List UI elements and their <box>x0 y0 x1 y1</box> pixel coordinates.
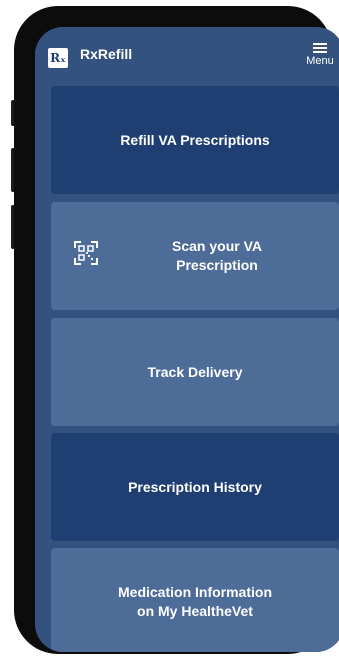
prescription-history-button[interactable]: Prescription History <box>51 433 339 541</box>
tile-label: Refill VA Prescriptions <box>120 131 270 148</box>
phone-frame: Rₓ RxRefill Menu Refill VA Prescriptions <box>14 6 339 654</box>
app-bar: Rₓ RxRefill Menu <box>35 27 339 83</box>
qr-scan-icon <box>74 241 98 265</box>
app-screen: Rₓ RxRefill Menu Refill VA Prescriptions <box>35 27 339 652</box>
refill-prescriptions-button[interactable]: Refill VA Prescriptions <box>51 86 339 194</box>
tile-label: Scan your VA Prescription <box>172 238 262 273</box>
scan-prescription-button[interactable]: Scan your VA Prescription <box>51 202 339 310</box>
medication-information-button[interactable]: Medication Information on My HealtheVet <box>51 548 339 652</box>
menu-button[interactable]: Menu <box>300 43 339 67</box>
tile-label: Track Delivery <box>147 363 243 380</box>
hamburger-icon <box>313 43 327 53</box>
app-title: RxRefill <box>80 46 133 62</box>
rx-logo-icon: Rₓ <box>48 48 68 68</box>
tile-label: Medication Information on My HealtheVet <box>118 584 272 619</box>
tile-label: Prescription History <box>128 478 262 495</box>
track-delivery-button[interactable]: Track Delivery <box>51 318 339 426</box>
menu-label: Menu <box>306 55 334 67</box>
